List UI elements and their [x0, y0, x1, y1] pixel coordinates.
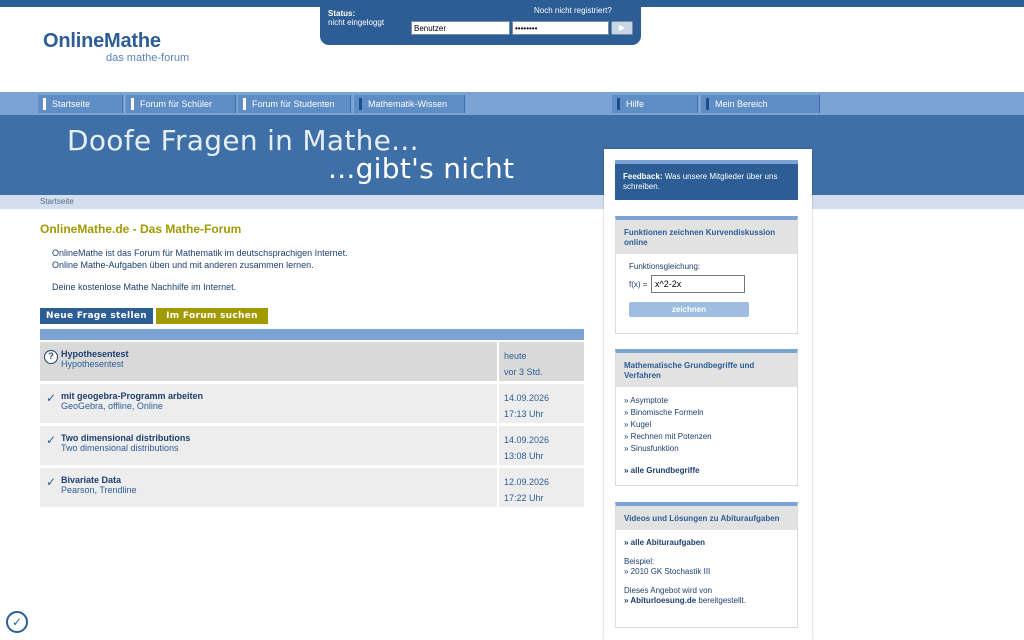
offer-suffix: bereitgestellt.: [696, 596, 746, 605]
abiturloesung-link[interactable]: » Abiturloesung.de: [624, 596, 696, 605]
list-item[interactable]: » Binomische Formeln: [624, 407, 789, 419]
list-item[interactable]: » Rechnen mit Potenzen: [624, 431, 789, 443]
status-label: Status:: [328, 9, 356, 18]
thread-title[interactable]: Two dimensional distributions: [61, 433, 190, 443]
thread-date-cell: 14.09.2026 17:13 Uhr: [499, 384, 584, 423]
thread-row[interactable]: ✓ Two dimensional distributions Two dime…: [40, 426, 584, 465]
basics-box: Mathematische Grundbegriffe und Verfahre…: [615, 349, 798, 486]
status-value: nicht eingeloggt: [328, 18, 385, 27]
intro-text-1: OnlineMathe ist das Forum für Mathematik…: [52, 248, 348, 258]
thread-row[interactable]: ✓ mit geogebra-Programm arbeiten GeoGebr…: [40, 384, 584, 423]
new-question-button[interactable]: Neue Frage stellen: [40, 308, 153, 324]
thread-main-cell: ✓ mit geogebra-Programm arbeiten GeoGebr…: [40, 384, 497, 423]
example-label: Beispiel:: [624, 557, 655, 566]
basics-heading[interactable]: Mathematische Grundbegriffe und Verfahre…: [616, 353, 797, 387]
basics-list: » Asymptote » Binomische Formeln » Kugel…: [616, 387, 797, 477]
example-link[interactable]: » 2010 GK Stochastik III: [624, 567, 789, 577]
logo-subtitle: das mathe-forum: [106, 52, 190, 64]
thread-list-header: [40, 329, 584, 340]
register-link[interactable]: Noch nicht registriert?: [534, 6, 612, 15]
question-icon: ?: [44, 350, 58, 364]
breadcrumb[interactable]: Startseite: [40, 197, 74, 206]
thread-time: 17:13 Uhr: [504, 409, 544, 419]
nav-item-startseite[interactable]: Startseite: [38, 95, 123, 113]
login-submit-button[interactable]: ▶: [611, 21, 633, 35]
nav-item-forum-studenten[interactable]: Forum für Studenten: [238, 95, 351, 113]
sidebar: Feedback: Was unsere Mitglieder über uns…: [604, 149, 812, 640]
list-item[interactable]: » Asymptote: [624, 395, 789, 407]
logo-title[interactable]: OnlineMathe: [43, 30, 161, 53]
nav-item-mein-bereich[interactable]: Mein Bereich: [701, 95, 820, 113]
thread-tags: Two dimensional distributions: [61, 443, 179, 453]
forum-search-button[interactable]: Im Forum suchen: [156, 308, 268, 324]
thread-date: 14.09.2026: [504, 435, 550, 445]
all-abitur-link[interactable]: » alle Abituraufgaben: [624, 538, 789, 548]
thread-tags: GeoGebra, offline, Online: [61, 401, 163, 411]
list-item[interactable]: » Sinusfunktion: [624, 443, 789, 455]
all-basics-link[interactable]: » alle Grundbegriffe: [624, 465, 789, 477]
nav-item-mathematik-wissen[interactable]: Mathematik-Wissen: [354, 95, 465, 113]
abitur-body: » alle Abituraufgaben Beispiel: » 2010 G…: [616, 530, 797, 606]
thread-date-cell: heute vor 3 Std.: [499, 342, 584, 381]
abitur-heading[interactable]: Videos und Lösungen zu Abituraufgaben: [616, 506, 797, 530]
check-icon: ✓: [46, 475, 57, 489]
thread-tags: Hypothesentest: [61, 359, 124, 369]
check-icon: ✓: [46, 433, 57, 447]
login-box: Status: nicht eingeloggt Noch nicht regi…: [320, 0, 641, 45]
thread-title[interactable]: mit geogebra-Programm arbeiten: [61, 391, 203, 401]
function-label: Funktionsgleichung:: [629, 262, 701, 271]
function-plot-body: Funktionsgleichung: f(x) = zeichnen: [616, 254, 797, 324]
thread-main-cell: ✓ Bivariate Data Pearson, Trendline: [40, 468, 497, 507]
intro-text-3: Deine kostenlose Mathe Nachhilfe im Inte…: [52, 282, 237, 292]
breadcrumb-bar: Startseite: [0, 195, 1024, 209]
offer-text: Dieses Angebot wird von: [624, 586, 713, 595]
password-input[interactable]: [512, 21, 609, 35]
hero-banner: Doofe Fragen in Mathe... ...gibt's nicht: [0, 115, 1024, 195]
play-arrow-icon: ▶: [618, 23, 626, 32]
thread-time: vor 3 Std.: [504, 367, 543, 377]
intro-text-2: Online Mathe-Aufgaben üben und mit ander…: [52, 260, 314, 270]
page-title: OnlineMathe.de - Das Mathe-Forum: [40, 222, 242, 236]
thread-main-cell: ? Hypothesentest Hypothesentest: [40, 342, 497, 381]
function-input[interactable]: [651, 275, 745, 293]
plot-button[interactable]: zeichnen: [629, 302, 749, 317]
verified-badge-icon[interactable]: ✓: [6, 611, 28, 633]
thread-date: 14.09.2026: [504, 393, 550, 403]
thread-date-cell: 12.09.2026 17:22 Uhr: [499, 468, 584, 507]
feedback-label: Feedback:: [623, 172, 663, 181]
function-plot-heading[interactable]: Funktionen zeichnen Kurvendiskussion onl…: [616, 220, 797, 254]
thread-title[interactable]: Bivariate Data: [61, 475, 121, 485]
thread-time: 17:22 Uhr: [504, 493, 544, 503]
thread-tags: Pearson, Trendline: [61, 485, 137, 495]
abitur-box: Videos und Lösungen zu Abituraufgaben » …: [615, 502, 798, 628]
main-navigation: Startseite Forum für Schüler Forum für S…: [0, 92, 1024, 115]
fx-label: f(x) =: [629, 280, 648, 289]
nav-item-hilfe[interactable]: Hilfe: [612, 95, 698, 113]
nav-item-forum-schueler[interactable]: Forum für Schüler: [126, 95, 236, 113]
thread-time: 13:08 Uhr: [504, 451, 544, 461]
thread-date: heute: [504, 351, 527, 361]
thread-title[interactable]: Hypothesentest: [61, 349, 129, 359]
check-icon: ✓: [46, 391, 57, 405]
thread-main-cell: ✓ Two dimensional distributions Two dime…: [40, 426, 497, 465]
feedback-box[interactable]: Feedback: Was unsere Mitglieder über uns…: [615, 160, 798, 200]
thread-row[interactable]: ? Hypothesentest Hypothesentest heute vo…: [40, 342, 584, 381]
offer-line: » Abiturloesung.de bereitgestellt.: [624, 596, 789, 606]
thread-date-cell: 14.09.2026 13:08 Uhr: [499, 426, 584, 465]
list-item[interactable]: » Kugel: [624, 419, 789, 431]
function-plot-box: Funktionen zeichnen Kurvendiskussion onl…: [615, 216, 798, 334]
thread-row[interactable]: ✓ Bivariate Data Pearson, Trendline 12.0…: [40, 468, 584, 507]
thread-date: 12.09.2026: [504, 477, 550, 487]
banner-headline-2: ...gibt's nicht: [328, 152, 515, 185]
username-input[interactable]: [411, 21, 510, 35]
